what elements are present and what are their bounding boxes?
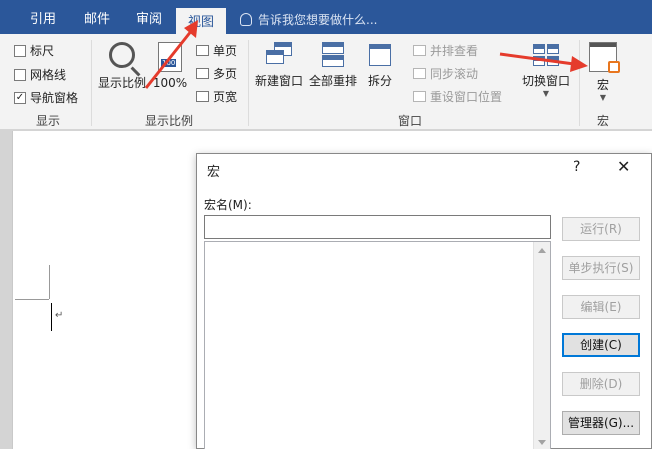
arrange-all-button[interactable]: 全部重排 [307,42,359,89]
new-window-label: 新建窗口 [254,74,303,88]
sync-scroll-button[interactable]: 同步滚动 [413,65,478,82]
macros-label: 宏 [596,78,609,92]
gridlines-checkbox[interactable]: 网格线 [14,66,66,83]
edit-button[interactable]: 编辑(E) [562,295,640,319]
zoom-group-label: 显示比例 [145,114,194,128]
nav-pane-checkbox[interactable]: ✓ 导航窗格 [14,89,78,106]
split-label: 拆分 [367,74,392,88]
macro-name-label: 宏名(M): [204,198,252,212]
arrange-all-icon [318,42,348,68]
scroll-down-icon[interactable] [538,440,546,445]
arrange-all-label: 全部重排 [308,74,357,88]
side-by-side-icon [413,45,426,56]
ruler-checkbox-box[interactable] [14,44,26,57]
sync-scroll-icon [413,68,426,79]
new-window-icon [264,42,294,68]
multi-page-label: 多页 [213,67,238,81]
tell-me-box[interactable]: 告诉我您想要做什么... [240,11,377,28]
gridlines-checkbox-box[interactable] [14,68,26,81]
paragraph-mark: ↵ [55,310,64,321]
nav-pane-checkbox-box[interactable]: ✓ [14,91,26,104]
step-into-button[interactable]: 单步执行(S) [562,256,640,280]
crop-mark [15,299,49,300]
gridlines-label: 网格线 [30,68,67,82]
macro-icon [589,42,620,73]
ruler-checkbox[interactable]: 标尺 [14,42,54,59]
ruler-label: 标尺 [30,44,55,58]
show-group-label: 显示 [36,114,61,128]
scroll-up-icon[interactable] [538,248,546,253]
run-button[interactable]: 运行(R) [562,217,640,241]
list-scrollbar[interactable] [533,242,550,449]
delete-button[interactable]: 删除(D) [562,372,640,396]
macro-list[interactable] [204,241,551,449]
annotation-arrow-macros [499,52,588,72]
create-button[interactable]: 创建(C) [562,333,640,357]
page-width-label: 页宽 [213,90,238,104]
crop-mark [49,265,50,299]
reset-position-icon [413,91,426,102]
lightbulb-icon [240,13,252,26]
magnifier-icon [109,42,135,68]
macros-group-label: 宏 [597,114,610,128]
new-window-button[interactable]: 新建窗口 [253,42,305,89]
side-by-side-button[interactable]: 并排查看 [413,42,478,59]
ribbon-tab-bar: 引用 邮件 审阅 视图 告诉我您想要做什么... [0,0,652,34]
one-page-label: 单页 [213,44,238,58]
annotation-arrow-view [144,20,198,89]
tab-references[interactable]: 引用 [30,8,56,27]
group-separator [248,40,249,126]
nav-pane-label: 导航窗格 [30,91,79,105]
group-separator [91,40,92,126]
help-button[interactable]: ? [573,159,580,175]
macro-name-input[interactable] [204,215,551,239]
chevron-down-icon: ▼ [599,93,607,102]
macros-dialog: 宏 ? ✕ 宏名(M): 运行(R) 单步执行(S) 编辑(E) 创建(C) 删… [196,153,652,449]
window-group-label: 窗口 [398,114,423,128]
split-button[interactable]: 拆分 [362,42,398,89]
chevron-down-icon: ▼ [542,89,550,98]
tab-mailings[interactable]: 邮件 [84,8,110,27]
sync-scroll-label: 同步滚动 [430,67,479,81]
reset-position-button[interactable]: 重设窗口位置 [413,88,502,105]
side-by-side-label: 并排查看 [430,44,479,58]
dialog-title: 宏 [207,165,221,180]
close-button[interactable]: ✕ [617,157,630,176]
organizer-button[interactable]: 管理器(G)... [562,411,640,435]
text-cursor [51,303,52,331]
split-icon [365,42,395,68]
tell-me-text: 告诉我您想要做什么... [258,13,378,27]
reset-position-label: 重设窗口位置 [430,90,503,104]
